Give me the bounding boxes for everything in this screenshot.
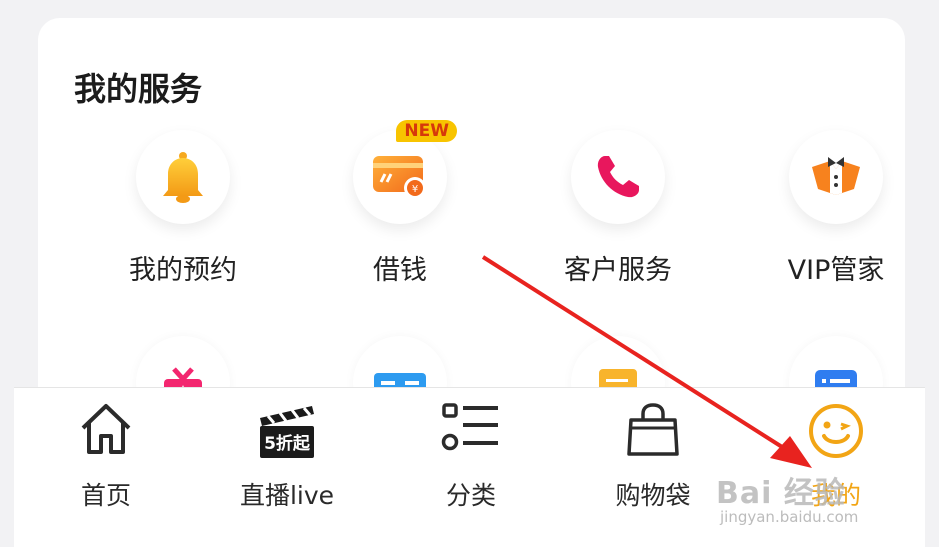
tab-label: 首页	[80, 481, 131, 510]
clapper-text: 5折起	[264, 433, 311, 454]
my-services-card: 我的服务 我的预约 NEW ¥ 借钱 客户服务 VIP管家	[38, 18, 905, 438]
service-label: VIP管家	[787, 255, 885, 286]
clapper-icon: 5折起	[260, 406, 314, 458]
card-icon: ¥	[373, 156, 426, 199]
tab-category[interactable]: 分类	[381, 388, 561, 512]
phone-icon	[597, 156, 639, 198]
svg-text:¥: ¥	[412, 184, 418, 195]
tab-label: 直播live	[239, 481, 335, 510]
service-vip-butler[interactable]: VIP管家	[736, 130, 936, 287]
bell-icon	[163, 152, 203, 203]
service-label: 我的预约	[129, 255, 237, 286]
tab-label: 分类	[445, 481, 496, 510]
watermark: Bai 经验	[716, 476, 846, 511]
tab-home[interactable]: 首页	[16, 388, 196, 512]
home-icon	[81, 404, 131, 454]
service-my-reservation[interactable]: 我的预约	[83, 130, 283, 287]
tab-live[interactable]: 5折起 直播live	[197, 388, 377, 512]
butler-icon	[812, 157, 860, 195]
category-icon	[441, 403, 498, 451]
service-customer-service[interactable]: 客户服务	[518, 130, 718, 287]
service-label: 借钱	[373, 255, 427, 286]
new-badge: NEW	[396, 120, 457, 142]
watermark-url: jingyan.baidu.com	[720, 508, 859, 526]
smiley-icon	[809, 404, 863, 458]
service-label: 客户服务	[564, 255, 672, 286]
section-title: 我的服务	[74, 70, 203, 108]
service-borrow-money[interactable]: NEW ¥ 借钱	[300, 120, 500, 287]
bag-icon	[627, 403, 679, 456]
